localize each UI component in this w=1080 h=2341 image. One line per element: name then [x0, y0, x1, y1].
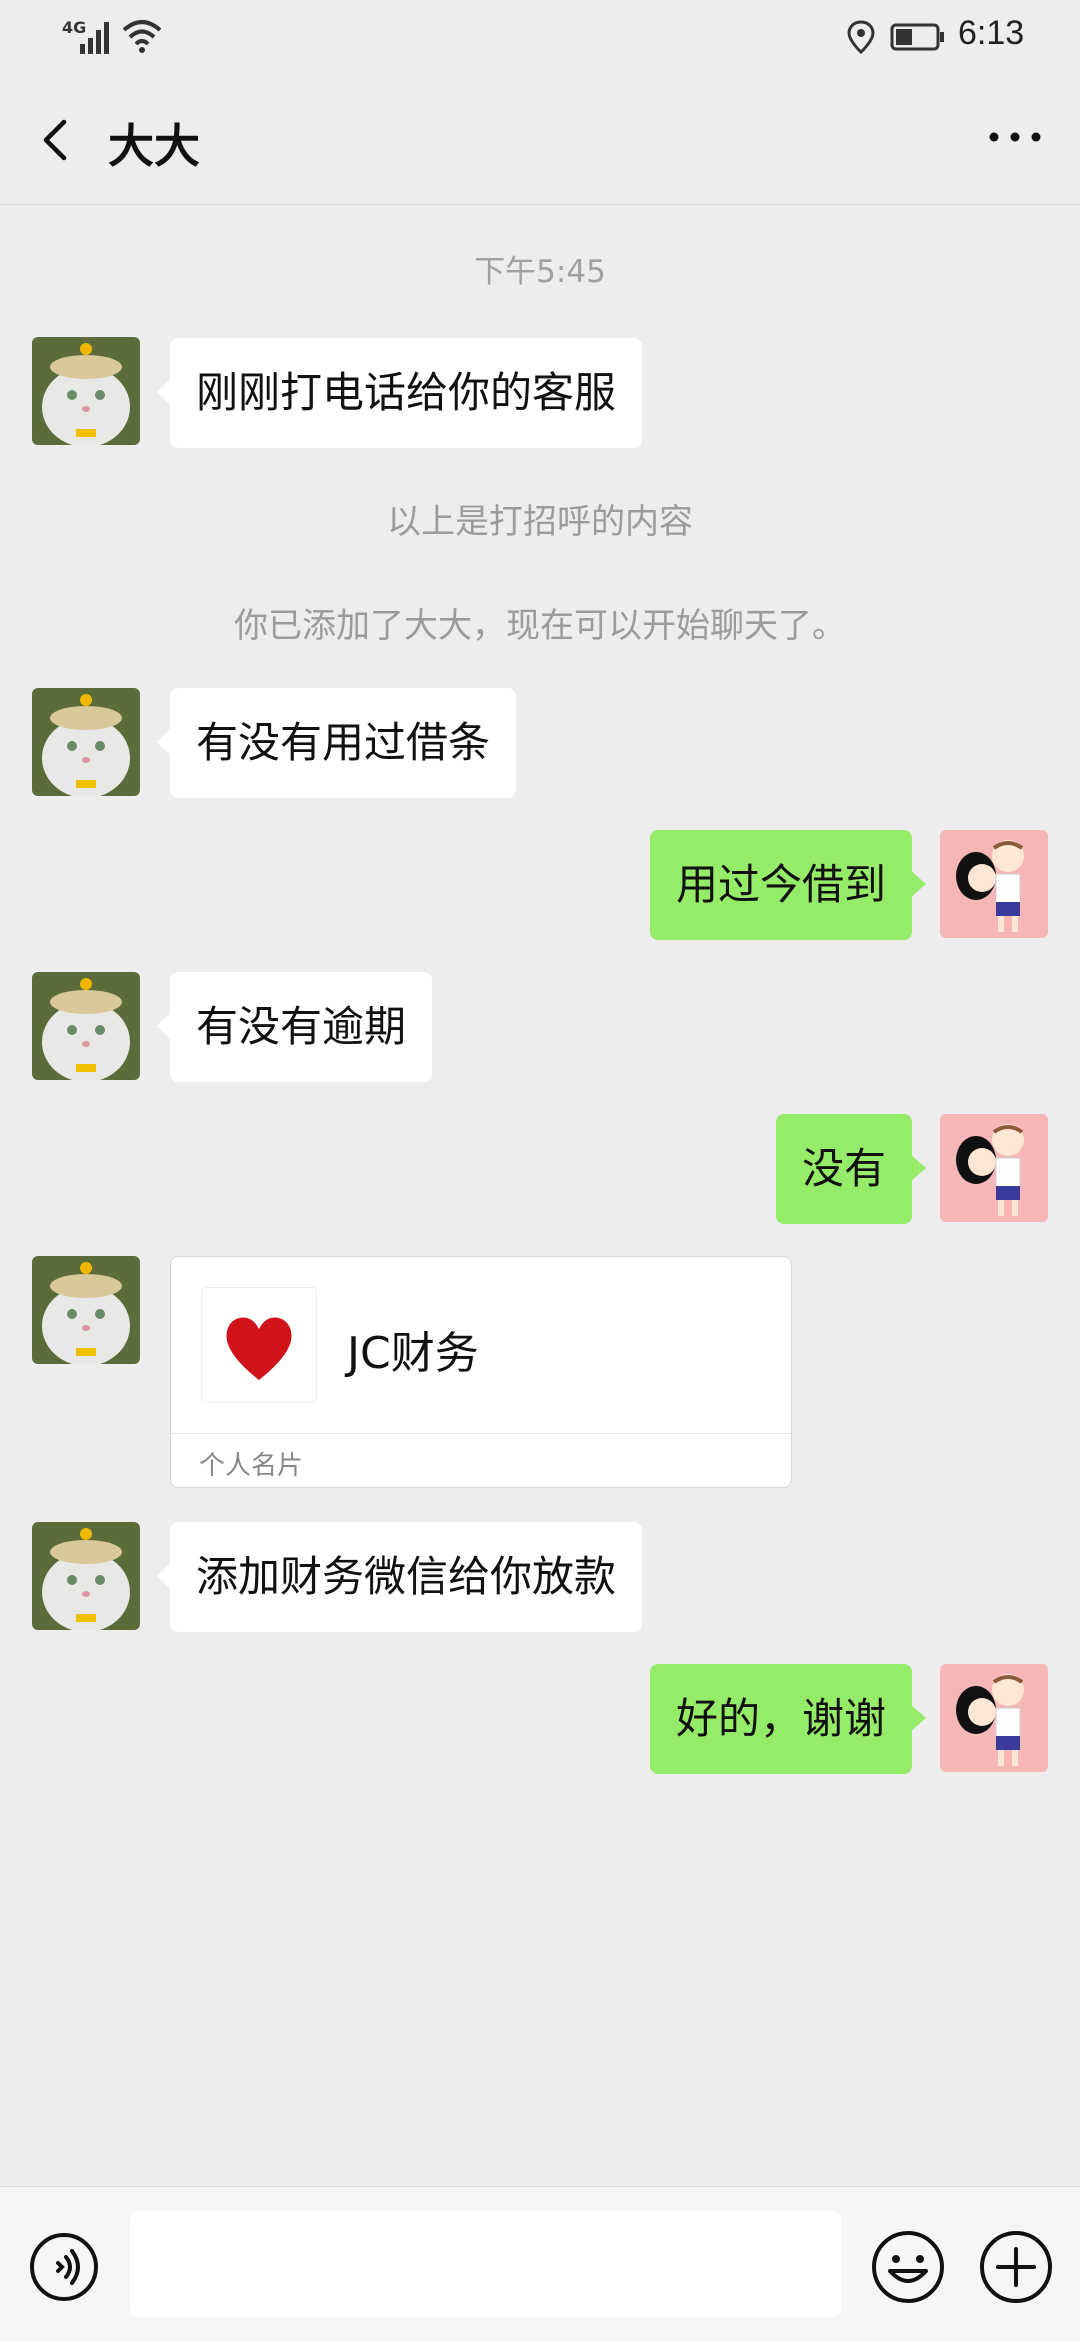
outgoing-message[interactable]: 好的，谢谢	[649, 1664, 927, 1774]
my-avatar[interactable]	[940, 830, 1048, 938]
cat-avatar-icon	[32, 972, 140, 1080]
card-divider	[171, 1433, 791, 1434]
cat-avatar-icon	[32, 337, 140, 445]
chat-title: 大大	[108, 119, 200, 173]
card-type-label: 个人名片	[199, 1451, 304, 1481]
chat-header: 大大	[0, 70, 1080, 205]
outgoing-message[interactable]: 用过今借到	[649, 830, 927, 940]
contact-avatar[interactable]	[32, 337, 140, 445]
incoming-message[interactable]: 添加财务微信给你放款	[155, 1522, 643, 1632]
friend-added-note: 你已添加了大大，现在可以开始聊天了。	[234, 606, 846, 646]
my-avatar[interactable]	[940, 1664, 1048, 1772]
emoji-icon[interactable]	[870, 2229, 946, 2305]
my-avatar[interactable]	[940, 1114, 1048, 1222]
input-bar	[0, 2186, 1080, 2341]
back-arrow-icon[interactable]	[30, 110, 80, 170]
cartoon-avatar-icon	[940, 1664, 1048, 1772]
battery-icon	[890, 23, 944, 51]
incoming-message[interactable]: 有没有逾期	[155, 972, 433, 1082]
cartoon-avatar-icon	[940, 1114, 1048, 1222]
message-input[interactable]	[130, 2211, 842, 2317]
card-contact-name: JC财务	[347, 1328, 479, 1379]
card-avatar	[201, 1287, 317, 1403]
cartoon-avatar-icon	[940, 830, 1048, 938]
wifi-icon	[122, 20, 162, 53]
greeting-note: 以上是打招呼的内容	[387, 502, 693, 542]
clock: 6:13	[958, 14, 1025, 52]
voice-icon[interactable]	[28, 2231, 100, 2303]
signal-icon	[80, 22, 109, 54]
incoming-message[interactable]: 刚刚打电话给你的客服	[155, 338, 643, 448]
contact-avatar[interactable]	[32, 1522, 140, 1630]
location-icon	[847, 20, 875, 54]
cat-avatar-icon	[32, 688, 140, 796]
contact-card[interactable]: JC财务 个人名片	[170, 1256, 792, 1488]
outgoing-message[interactable]: 没有	[775, 1114, 927, 1224]
plus-icon[interactable]	[978, 2229, 1054, 2305]
contact-avatar[interactable]	[32, 1256, 140, 1364]
heart-icon	[226, 1317, 292, 1380]
incoming-message[interactable]: 有没有用过借条	[155, 688, 517, 798]
contact-avatar[interactable]	[32, 972, 140, 1080]
status-bar: 4G 6:13	[0, 0, 1080, 70]
message-timestamp: 下午5:45	[474, 254, 606, 290]
cat-avatar-icon	[32, 1522, 140, 1630]
cat-avatar-icon	[32, 1256, 140, 1364]
more-icon[interactable]	[980, 112, 1050, 162]
contact-avatar[interactable]	[32, 688, 140, 796]
